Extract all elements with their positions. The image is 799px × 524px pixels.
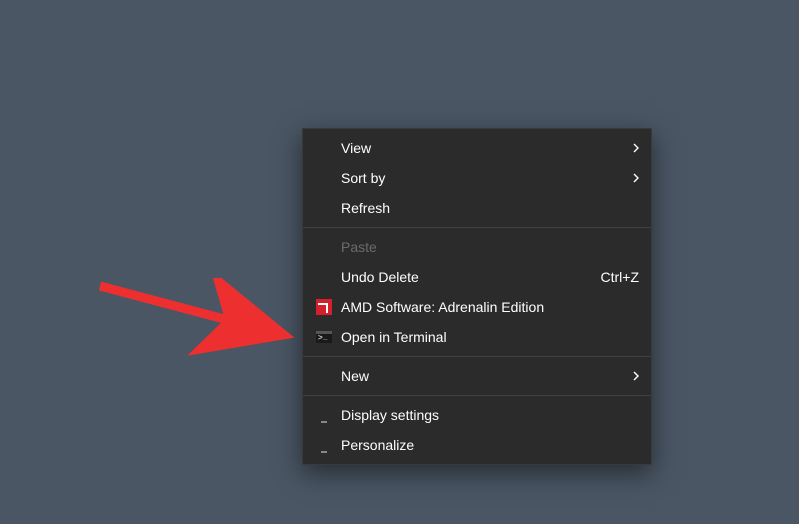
menu-item-display-settings[interactable]: Display settings (303, 400, 651, 430)
annotation-arrow-icon (92, 278, 302, 358)
monitor-icon (313, 406, 335, 424)
menu-item-open-terminal[interactable]: Open in Terminal (303, 322, 651, 352)
menu-item-label: New (341, 368, 621, 384)
menu-item-refresh[interactable]: Refresh (303, 193, 651, 223)
icon-placeholder (313, 367, 335, 385)
terminal-icon (313, 328, 335, 346)
menu-item-sort-by[interactable]: Sort by (303, 163, 651, 193)
icon-placeholder (313, 199, 335, 217)
menu-item-label: Refresh (341, 200, 639, 216)
chevron-right-icon (633, 368, 639, 384)
chevron-right-icon (633, 170, 639, 186)
menu-item-view[interactable]: View (303, 133, 651, 163)
menu-item-label: Sort by (341, 170, 621, 186)
personalize-icon (313, 436, 335, 454)
menu-separator (303, 227, 651, 228)
menu-item-paste: Paste (303, 232, 651, 262)
menu-item-label: Open in Terminal (341, 329, 639, 345)
menu-item-new[interactable]: New (303, 361, 651, 391)
icon-placeholder (313, 238, 335, 256)
icon-placeholder (313, 139, 335, 157)
icon-placeholder (313, 268, 335, 286)
menu-item-label: AMD Software: Adrenalin Edition (341, 299, 639, 315)
desktop-context-menu: View Sort by Refresh Paste Undo Delete C… (302, 128, 652, 465)
menu-separator (303, 395, 651, 396)
menu-item-label: Paste (341, 239, 639, 255)
menu-item-personalize[interactable]: Personalize (303, 430, 651, 460)
menu-item-label: Undo Delete (341, 269, 589, 285)
amd-icon (313, 298, 335, 316)
icon-placeholder (313, 169, 335, 187)
menu-item-label: Personalize (341, 437, 639, 453)
chevron-right-icon (633, 140, 639, 156)
menu-item-shortcut: Ctrl+Z (601, 269, 640, 285)
menu-item-amd-software[interactable]: AMD Software: Adrenalin Edition (303, 292, 651, 322)
menu-separator (303, 356, 651, 357)
menu-item-label: View (341, 140, 621, 156)
menu-item-label: Display settings (341, 407, 639, 423)
menu-item-undo-delete[interactable]: Undo Delete Ctrl+Z (303, 262, 651, 292)
